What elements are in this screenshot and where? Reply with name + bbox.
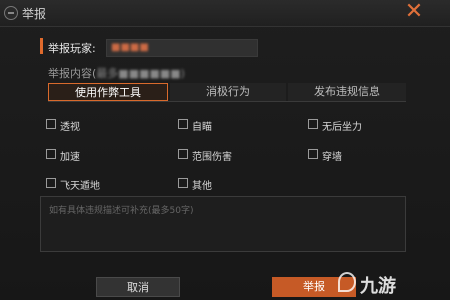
accent-bar (40, 38, 43, 54)
report-player-value: ■■■■ (111, 42, 149, 53)
report-player-label: 举报玩家: (48, 42, 96, 55)
tab-negative-behavior[interactable]: 消极行为 (170, 83, 286, 101)
tab-illegal-info[interactable]: 发布违规信息 (288, 83, 406, 101)
report-category-tabs: 使用作弊工具 消极行为 发布违规信息 (48, 83, 406, 102)
checkbox-icon (178, 149, 188, 159)
tab-divider (48, 101, 406, 102)
checkbox-icon (178, 119, 188, 129)
checkbox-icon (308, 119, 318, 129)
checkbox-icon (46, 178, 56, 188)
watermark-logo-icon (338, 272, 356, 292)
cancel-button[interactable]: 取消 (96, 277, 180, 297)
report-content-label: 举报内容(最多■■■■■■) (48, 65, 185, 81)
checkbox-icon (46, 119, 56, 129)
checkbox-icon (46, 149, 56, 159)
report-player-field: ■■■■ (106, 39, 258, 57)
tab-cheat-tools[interactable]: 使用作弊工具 (48, 83, 168, 101)
report-content-limit: 最多■■■■■■) (96, 67, 185, 80)
close-icon[interactable]: ✕ (399, 0, 429, 24)
checkbox-icon (178, 178, 188, 188)
watermark-text: 九游 (360, 276, 396, 297)
titlebar: 举报 ✕ (0, 0, 450, 27)
report-content-label-text: 举报内容( (48, 67, 97, 80)
dialog-title: 举报 (22, 7, 47, 21)
description-placeholder: 如有具体违规描述可补充(最多50字) (49, 206, 194, 216)
description-textarea[interactable]: 如有具体违规描述可补充(最多50字) (40, 196, 406, 252)
app-logo-icon (4, 6, 18, 20)
report-dialog: 举报 ✕ 举报玩家: ■■■■ 举报内容(最多■■■■■■) 使用作弊工具 消极… (0, 0, 450, 300)
checkbox-icon (308, 149, 318, 159)
